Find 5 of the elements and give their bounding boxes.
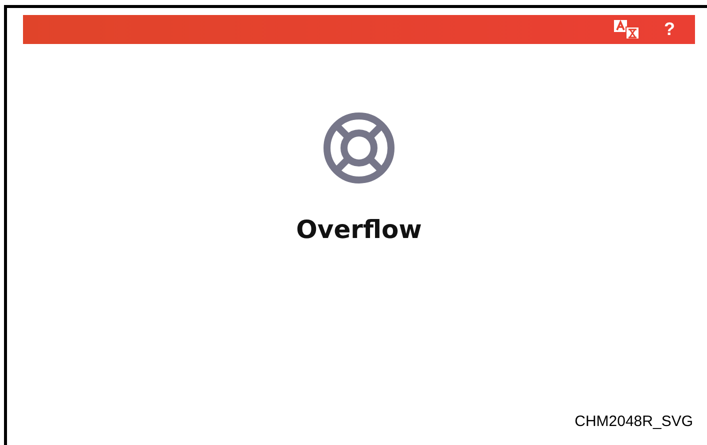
lifebuoy-icon: [322, 111, 396, 185]
page-title: Overflow: [296, 215, 422, 244]
help-button[interactable]: ?: [662, 19, 677, 40]
translate-icon[interactable]: [614, 20, 640, 40]
figure-id: CHM2048R_SVG: [574, 413, 693, 430]
